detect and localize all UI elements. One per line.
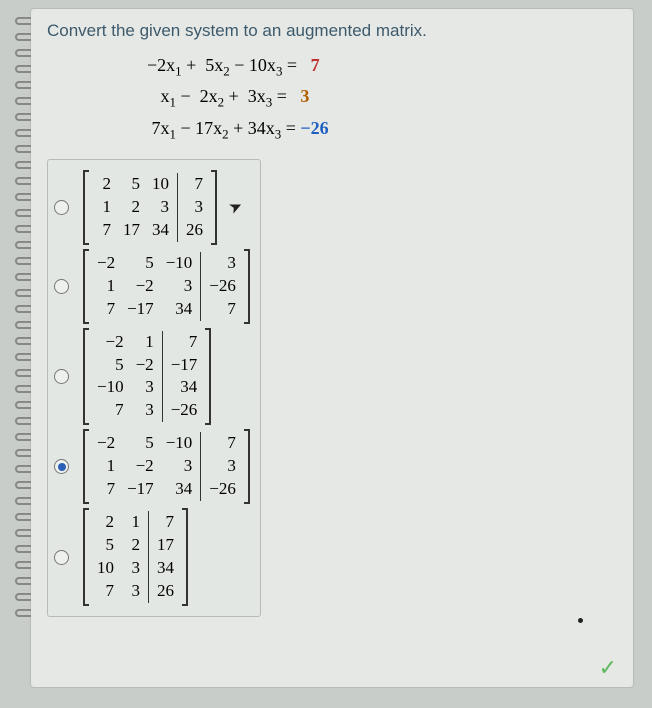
radio-button[interactable] (54, 200, 69, 215)
matrix-cell: 3 (140, 399, 154, 422)
matrix-cell: 34 (175, 298, 192, 321)
matrix-cell: −2 (136, 455, 154, 478)
matrix-cell: 7 (110, 399, 124, 422)
matrix-cell: 3 (222, 252, 236, 275)
matrix-cell: 7 (97, 219, 111, 242)
matrix-cell: 3 (126, 580, 140, 603)
matrix-cell: 5 (100, 534, 114, 557)
radio-button[interactable] (54, 279, 69, 294)
matrix-cell: −26 (171, 399, 198, 422)
matrix-cell: −26 (209, 275, 236, 298)
matrix-cell: 3 (126, 557, 140, 580)
augmented-matrix: 2510712337173426 (83, 508, 188, 606)
eq3-lhs: 7x1 − 17x2 + 34x3 = (147, 118, 296, 138)
equation-system: −2x1 + 5x2 − 10x3 = 7 x1 − 2x2 + 3x3 = 3… (147, 51, 615, 145)
matrix-cell: 1 (101, 275, 115, 298)
matrix-cell: 7 (100, 580, 114, 603)
matrix-cell: 7 (101, 298, 115, 321)
radio-button[interactable] (54, 550, 69, 565)
cursor-icon: ➤ (225, 195, 246, 219)
answer-option-1[interactable]: 2175217103347326➤ (54, 170, 250, 245)
matrix-cell: −2 (136, 275, 154, 298)
matrix-cell: 34 (175, 478, 192, 501)
matrix-cell: 7 (222, 298, 236, 321)
matrix-cell: −17 (127, 298, 154, 321)
matrix-cell: 1 (97, 196, 111, 219)
matrix-cell: 2 (126, 196, 140, 219)
matrix-cell: 7 (160, 511, 174, 534)
matrix-cell: 34 (157, 557, 174, 580)
checkmark-icon: ✓ (599, 655, 617, 681)
matrix-cell: −10 (166, 252, 193, 275)
decorative-dot (578, 618, 583, 623)
matrix-cell: 7 (101, 478, 115, 501)
matrix-cell: 26 (157, 580, 174, 603)
matrix-cell: 3 (189, 196, 203, 219)
eq2-rhs: 3 (300, 86, 309, 106)
eq2-lhs: x1 − 2x2 + 3x3 = (147, 86, 287, 106)
matrix-cell: 34 (152, 219, 169, 242)
matrix-cell: −26 (209, 478, 236, 501)
augmented-matrix: −25−1071−2337−1734−26 (83, 328, 211, 426)
augmented-matrix: −2175−2−17−1033473−26 (83, 429, 250, 504)
answer-option-4[interactable]: −2175−2−17−1033473−26 (54, 429, 250, 504)
matrix-cell: −2 (97, 432, 115, 455)
matrix-cell: 26 (186, 219, 203, 242)
matrix-cell: 10 (97, 557, 114, 580)
matrix-cell: 1 (101, 455, 115, 478)
radio-button[interactable] (54, 369, 69, 384)
matrix-cell: −10 (97, 376, 124, 399)
matrix-cell: 5 (110, 354, 124, 377)
matrix-cell: 17 (157, 534, 174, 557)
matrix-cell: 1 (126, 511, 140, 534)
matrix-cell: 2 (126, 534, 140, 557)
matrix-cell: 34 (180, 376, 197, 399)
matrix-cell: −2 (97, 252, 115, 275)
answer-option-5[interactable]: 2510712337173426 (54, 508, 250, 606)
matrix-cell: −2 (136, 354, 154, 377)
answer-option-2[interactable]: −2175−2−17−103343−267 (54, 249, 250, 324)
matrix-cell: 7 (183, 331, 197, 354)
eq1-rhs: 7 (311, 55, 320, 75)
augmented-matrix: −2175−2−17−103343−267 (83, 249, 250, 324)
answer-option-3[interactable]: −25−1071−2337−1734−26 (54, 328, 250, 426)
matrix-cell: −17 (171, 354, 198, 377)
matrix-cell: 7 (222, 432, 236, 455)
matrix-cell: 17 (123, 219, 140, 242)
matrix-cell: 3 (155, 196, 169, 219)
matrix-cell: 10 (152, 173, 169, 196)
matrix-cell: 2 (97, 173, 111, 196)
matrix-cell: 7 (189, 173, 203, 196)
matrix-cell: 3 (178, 275, 192, 298)
matrix-cell: −2 (106, 331, 124, 354)
matrix-cell: 5 (140, 432, 154, 455)
spiral-binding (9, 9, 31, 687)
matrix-cell: 3 (140, 376, 154, 399)
matrix-cell: 5 (126, 173, 140, 196)
eq1-lhs: −2x1 + 5x2 − 10x3 = (147, 55, 297, 75)
matrix-cell: 5 (140, 252, 154, 275)
radio-button[interactable] (54, 459, 69, 474)
matrix-cell: 3 (222, 455, 236, 478)
answer-options-group: 2175217103347326➤−2175−2−17−103343−267−2… (47, 159, 261, 617)
matrix-cell: 2 (100, 511, 114, 534)
matrix-cell: −17 (127, 478, 154, 501)
matrix-cell: −10 (166, 432, 193, 455)
matrix-cell: 3 (178, 455, 192, 478)
augmented-matrix: 2175217103347326 (83, 170, 217, 245)
eq3-rhs: −26 (300, 118, 328, 138)
question-prompt: Convert the given system to an augmented… (47, 21, 615, 41)
question-card: Convert the given system to an augmented… (30, 8, 634, 688)
matrix-cell: 1 (140, 331, 154, 354)
